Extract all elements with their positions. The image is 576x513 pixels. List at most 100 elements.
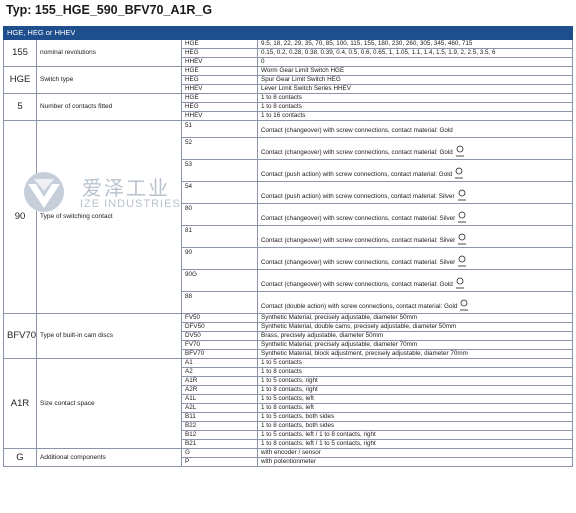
variant-value: 1 to 8 contacts, left: [256, 403, 574, 413]
variant-value: 1 to 8 contacts: [256, 367, 574, 377]
variant-code: HEG: [181, 102, 258, 112]
table-header: HGE, HEG or HHEV: [2, 26, 574, 40]
variant-value: 9.5, 18, 22, 29, 35, 70, 85, 100, 115, 1…: [256, 39, 574, 49]
variant-value-text: 1 to 8 contacts, right: [261, 386, 318, 394]
page-title: Typ: 155_HGE_590_BFV70_A1R_G: [6, 3, 213, 17]
variant-value-text: 1 to 8 contacts: [261, 368, 302, 376]
variant-value: 1 to 8 contacts: [256, 93, 574, 103]
variant-code: 52: [181, 137, 258, 160]
variant-value: 1 to 5 contacts, both sides: [256, 412, 574, 422]
variant-code: 53: [181, 159, 258, 182]
variant-code: B12: [181, 430, 258, 440]
variant-value-text: 1 to 8 contacts, both sides: [261, 422, 335, 430]
variant-value-text: 1 to 5 contacts, both sides: [261, 413, 335, 421]
contact-symbol-icon: [457, 233, 467, 245]
variant-code: HEG: [181, 75, 258, 85]
table-row: G Additional components Gwith encoder / se…: [3, 448, 574, 467]
variant-code: B11: [181, 412, 258, 422]
variant-value-text: Contact (push action) with screw connect…: [261, 193, 455, 200]
table-row: HGE Switch type HGE Worm Gear Limit Switch …: [3, 66, 574, 94]
variant-code: A1R: [181, 376, 258, 386]
variant-value-text: 1 to 8 contacts, left / 1 to 5 contacts,…: [261, 440, 376, 448]
variant-code: HGE: [181, 93, 258, 103]
option-description: Type of switching contact: [36, 120, 182, 314]
variant-code: 81: [181, 225, 258, 248]
variant-code: DFV50: [181, 322, 258, 332]
contact-symbol-icon: [455, 277, 465, 289]
option-description: Type of built-in cam discs: [36, 313, 182, 359]
variant-value-text: Brass, precisely adjustable, diameter 50…: [261, 332, 384, 340]
table-row: BFV70 Type of built-in cam discs FV50 Synth…: [3, 313, 574, 359]
variant-code: 51: [181, 120, 258, 138]
variant-value: Contact (changeover) with screw connecti…: [256, 269, 574, 292]
variant-code: HEG: [181, 48, 258, 58]
option-code: HGE: [3, 66, 37, 94]
variant-code: B21: [181, 439, 258, 449]
option-description: Switch type: [36, 66, 182, 94]
variant-value: 1 to 8 contacts, both sides: [256, 421, 574, 431]
variant-code: HHEV: [181, 111, 258, 121]
variant-code: HHEV: [181, 84, 258, 94]
variant-code: 54: [181, 181, 258, 204]
contact-symbol-icon: [459, 299, 469, 311]
variant-value: Contact (double action) with screw conne…: [256, 291, 574, 314]
variant-value-text: Synthetic Material, double cams, precise…: [261, 323, 457, 331]
variant-code: A2L: [181, 403, 258, 413]
variant-value: Synthetic Material, precisely adjustable…: [256, 340, 574, 350]
variant-value-text: 0: [261, 58, 265, 66]
variant-value-text: Synthetic Material, precisely adjustable…: [261, 314, 418, 322]
variant-code: HHEV: [181, 57, 258, 67]
variant-value-text: Contact (changeover) with screw connecti…: [261, 149, 453, 156]
variant-value-text: 1 to 5 contacts: [261, 359, 302, 367]
variant-value: Contact (changeover) with screw connecti…: [256, 225, 574, 248]
variant-value: Synthetic Material, block adjustment, pr…: [256, 349, 574, 359]
variant-value: 1 to 16 contacts: [256, 111, 574, 121]
option-code: A1R: [3, 358, 37, 449]
variant-value-text: Contact (changeover) with screw connecti…: [261, 127, 453, 134]
option-code: 90: [3, 120, 37, 314]
table-header-row: HGE, HEG or HHEV: [2, 26, 574, 40]
variant-code: A2R: [181, 385, 258, 395]
variant-value: 1 to 5 contacts, left / 1 to 8 contacts,…: [256, 430, 574, 440]
variant-code: A2: [181, 367, 258, 377]
contact-symbol-icon: [457, 189, 467, 201]
variant-code: HGE: [181, 66, 258, 76]
option-code: 5: [3, 93, 37, 121]
option-description: Additional components: [36, 448, 182, 467]
contact-symbol-icon: [454, 167, 464, 179]
variant-value-text: 1 to 16 contacts: [261, 112, 306, 120]
table-row: 155 nominal revolutions HGE 9.5, 18, 22, 29…: [3, 39, 574, 67]
variant-value: Contact (changeover) with screw connecti…: [256, 203, 574, 226]
variant-value: Contact (push action) with screw connect…: [256, 181, 574, 204]
variant-value-text: Lever Limit Switch Series HHEV: [261, 85, 351, 93]
variant-value: 1 to 8 contacts, left / 1 to 5 contacts,…: [256, 439, 574, 449]
variant-code: 90: [181, 247, 258, 270]
variant-code: G: [181, 448, 258, 458]
contact-symbol-icon: [457, 255, 467, 267]
variant-code: B22: [181, 421, 258, 431]
variant-value: Synthetic Material, precisely adjustable…: [256, 313, 574, 323]
variant-value: Brass, precisely adjustable, diameter 50…: [256, 331, 574, 341]
variant-value: Synthetic Material, double cams, precise…: [256, 322, 574, 332]
variant-code: 80: [181, 203, 258, 226]
variant-value: Worm Gear Limit Switch HGE: [256, 66, 574, 76]
variant-value: 1 to 5 contacts, right: [256, 376, 574, 386]
variant-code: 90G: [181, 269, 258, 292]
variant-code: P: [181, 457, 258, 467]
table-row: 90 Type of switching contact 51 Contact (ch…: [3, 120, 574, 314]
variant-value: Lever Limit Switch Series HHEV: [256, 84, 574, 94]
variant-value-text: Synthetic Material, block adjustment, pr…: [261, 350, 468, 358]
table-row: 5 Number of contacts fitted HGE 1 to 8 cont…: [3, 93, 574, 121]
option-description: Number of contacts fitted: [36, 93, 182, 121]
variant-value-text: Synthetic Material, precisely adjustable…: [261, 341, 418, 349]
variant-value: 1 to 8 contacts, right: [256, 385, 574, 395]
variant-value: 0: [256, 57, 574, 67]
variant-value-text: 1 to 5 contacts, right: [261, 377, 318, 385]
variant-value-text: with potentionmeter: [261, 458, 316, 466]
variant-value-text: Contact (push action) with screw connect…: [261, 171, 453, 178]
variant-value-text: Contact (double action) with screw conne…: [261, 303, 458, 310]
variant-code: FV50: [181, 313, 258, 323]
variant-code: DV50: [181, 331, 258, 341]
variant-value-text: with encoder / sensor: [261, 449, 321, 457]
variant-value: Spur Gear Limit Switch HEG: [256, 75, 574, 85]
